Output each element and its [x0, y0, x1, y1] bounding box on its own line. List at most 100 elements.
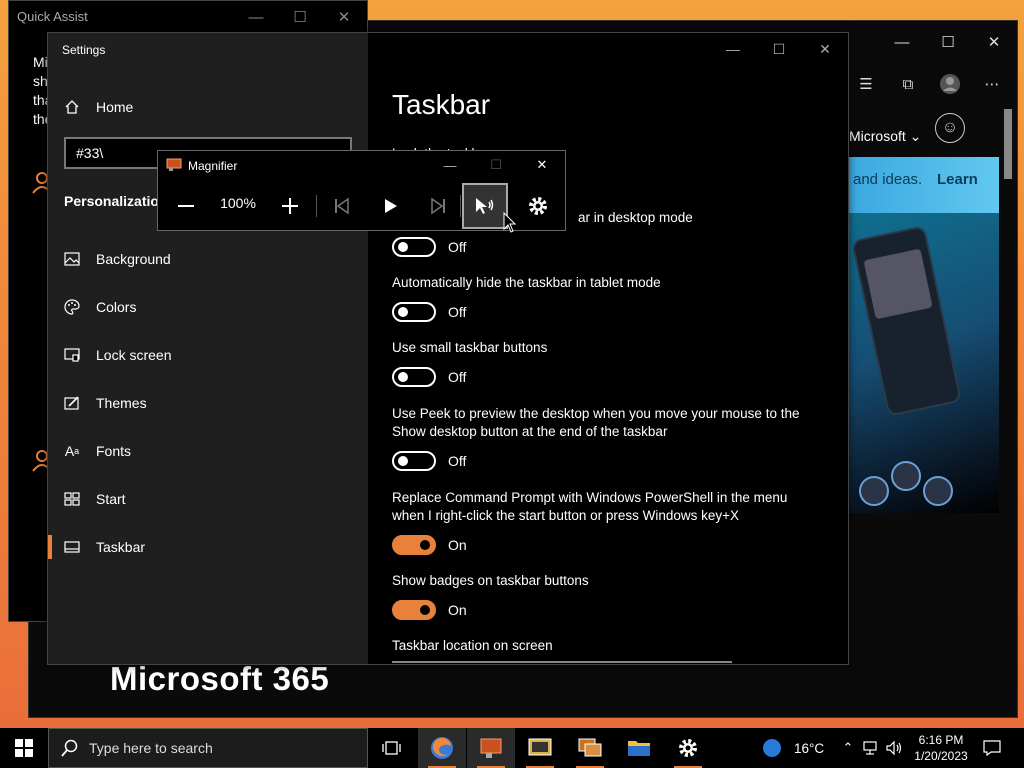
nav-background[interactable]: Background: [48, 239, 368, 279]
taskbar-clock[interactable]: 6:16 PM 1/20/2023: [908, 732, 974, 764]
toggle-small-buttons[interactable]: [392, 367, 436, 387]
toggle-hide-tablet[interactable]: [392, 302, 436, 322]
taskbar: Type here to search 16°C ⌃ 6:16 PM 1/20/…: [0, 728, 1024, 768]
notification-icon: [983, 740, 1001, 756]
settings-window[interactable]: Settings Home #33\ Personalization Backg…: [47, 32, 849, 665]
more-options-icon[interactable]: ⋯: [975, 71, 1009, 97]
option-powershell-label: Replace Command Prompt with Windows Powe…: [392, 490, 788, 523]
qa-minimize-button[interactable]: —: [233, 5, 279, 29]
edge-scrollbar[interactable]: [1001, 101, 1015, 713]
toggle-state: On: [448, 602, 467, 618]
toggle-peek[interactable]: [392, 451, 436, 471]
start-button[interactable]: [0, 728, 48, 768]
taskbar-edge[interactable]: [418, 728, 466, 768]
magnifier-app-icon: [166, 158, 182, 171]
browser-icon: [431, 737, 453, 759]
option-hide-desktop-label: ar in desktop mode: [578, 210, 693, 225]
avatar-bubble: [859, 476, 889, 506]
microsoft-account-menu[interactable]: Microsoft ⌄: [849, 128, 921, 145]
zoom-out-button[interactable]: [168, 183, 204, 229]
toggle-state: On: [448, 537, 467, 553]
toggle-powershell[interactable]: [392, 535, 436, 555]
edge-minimize-button[interactable]: —: [879, 21, 925, 63]
magnifier-taskbar-icon: [480, 738, 502, 758]
nav-label: Fonts: [96, 443, 132, 459]
zoom-in-button[interactable]: [272, 183, 308, 229]
taskbar-icon: [64, 539, 80, 555]
favorites-icon[interactable]: ☰: [849, 71, 883, 97]
windows-logo-icon: [15, 739, 33, 757]
taskbar-search-box[interactable]: Type here to search: [48, 728, 368, 768]
notifications-button[interactable]: [980, 728, 1004, 768]
qa-maximize-button[interactable]: ☐: [277, 5, 323, 29]
nav-label: Taskbar: [96, 539, 146, 555]
option-badges-label: Show badges on taskbar buttons: [392, 573, 589, 588]
nav-home[interactable]: Home: [48, 87, 368, 127]
nav-fonts[interactable]: Aa Fonts: [48, 431, 368, 471]
sign-in-icon[interactable]: ☺: [935, 113, 965, 143]
toggle-badges[interactable]: [392, 600, 436, 620]
nav-lock-screen[interactable]: Lock screen: [48, 335, 368, 375]
next-sentence-button[interactable]: [420, 183, 456, 229]
page-title: Taskbar: [392, 89, 491, 120]
taskbar-magnifier[interactable]: [467, 728, 515, 768]
nav-colors[interactable]: Colors: [48, 287, 368, 327]
previous-sentence-button[interactable]: [324, 183, 360, 229]
magnifier-maximize-button[interactable]: ☐: [473, 151, 519, 179]
show-hidden-icons-button[interactable]: ⌃: [840, 728, 856, 768]
banner-learn-link[interactable]: Learn: [937, 171, 978, 188]
nav-label: Themes: [96, 395, 147, 411]
nav-label: Colors: [96, 299, 137, 315]
taskbar-settings-content: Taskbar Lock the taskbar ar in desktop m…: [392, 33, 848, 664]
folder-icon: [628, 741, 650, 756]
taskbar-file-explorer[interactable]: [615, 728, 663, 768]
nav-themes[interactable]: Themes: [48, 383, 368, 423]
magnifier-settings-button[interactable]: [520, 183, 556, 229]
plus-icon: [282, 198, 298, 214]
palette-icon: [64, 299, 80, 315]
edge-maximize-button[interactable]: ☐: [925, 21, 971, 63]
search-icon: [61, 739, 78, 757]
search-placeholder: Type here to search: [89, 740, 213, 756]
remote-desktop-icon: [578, 738, 602, 757]
gear-icon: [529, 197, 547, 215]
magnifier-minimize-button[interactable]: —: [427, 151, 473, 179]
temperature: 16°C: [794, 740, 825, 756]
taskbar-settings[interactable]: [664, 728, 712, 768]
zoom-level: 100%: [220, 195, 256, 211]
font-icon: Aa: [64, 443, 80, 459]
network-icon[interactable]: [860, 728, 882, 768]
toggle-state: Off: [448, 453, 467, 469]
skip-back-icon: [335, 197, 349, 215]
magnifier-close-button[interactable]: ✕: [519, 151, 565, 179]
edge-close-button[interactable]: ✕: [971, 21, 1017, 63]
toggle-state: Off: [448, 369, 467, 385]
toggle-hide-desktop[interactable]: [392, 237, 436, 257]
brush-icon: [64, 395, 80, 411]
qa-close-button[interactable]: ✕: [321, 5, 367, 29]
taskbar-location-dropdown[interactable]: [392, 661, 732, 666]
nav-taskbar[interactable]: Taskbar: [48, 527, 368, 567]
gear-icon: [679, 739, 697, 757]
task-view-icon: [382, 741, 401, 755]
minus-icon: [178, 205, 194, 207]
mouse-cursor-icon: [503, 212, 517, 233]
taskbar-app-cmd[interactable]: [516, 728, 564, 768]
nav-start[interactable]: Start: [48, 479, 368, 519]
taskbar-app-remote[interactable]: [566, 728, 614, 768]
play-button[interactable]: [372, 183, 408, 229]
skip-forward-icon: [431, 197, 445, 215]
task-view-button[interactable]: [368, 728, 416, 768]
play-icon: [385, 199, 397, 213]
weather-globe-icon: [763, 739, 781, 757]
toggle-state: Off: [448, 304, 467, 320]
nav-label: Start: [96, 491, 126, 507]
profile-icon[interactable]: [933, 71, 967, 97]
collections-icon[interactable]: ⧉: [891, 71, 925, 97]
clock-time: 6:16 PM: [918, 733, 964, 747]
volume-icon[interactable]: [884, 728, 904, 768]
weather-widget[interactable]: 16°C: [762, 728, 824, 768]
settings-nav-pane: Settings Home #33\ Personalization Backg…: [48, 33, 368, 664]
read-from-mouse-button[interactable]: [462, 183, 508, 229]
hero-title: Microsoft 365: [110, 660, 330, 697]
